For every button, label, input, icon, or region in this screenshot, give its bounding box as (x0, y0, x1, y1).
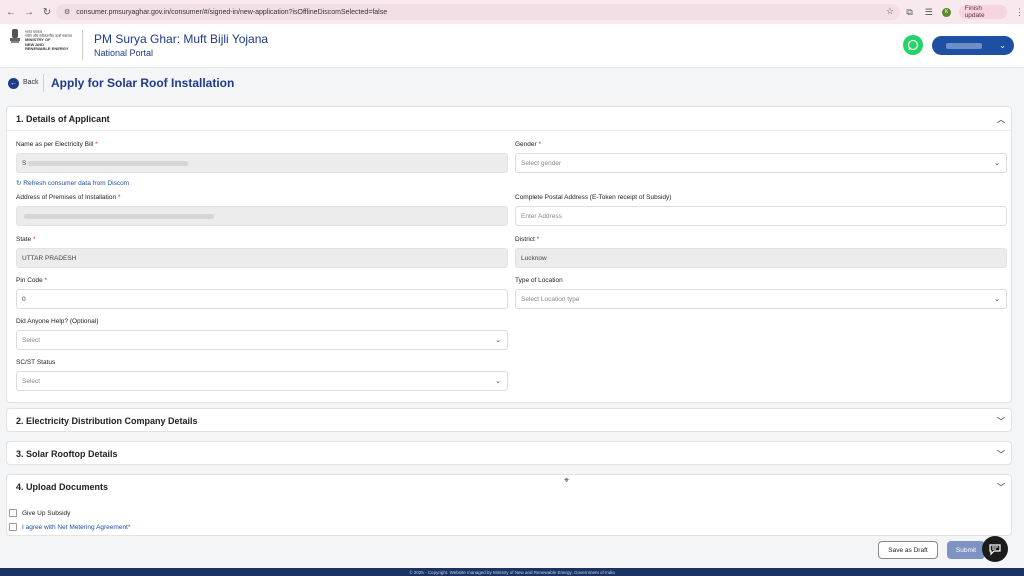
name-label: Name as per Electricity Bill * (16, 141, 98, 148)
location-type-label: Type of Location (515, 277, 563, 284)
section-header-rooftop[interactable]: 3. Solar Rooftop Details ﹀ (7, 442, 1011, 466)
state-field: UTTAR PRADESH (16, 248, 508, 268)
user-name-redacted (946, 42, 982, 49)
chevron-down-icon: ⌄ (994, 160, 1000, 167)
finish-update-button[interactable]: Finish update (958, 5, 1007, 19)
chevron-down-icon: ⌄ (999, 41, 1006, 50)
upload-documents-section: 4. Upload Documents ﹀ Give Up Subsidy I … (6, 474, 1012, 536)
section-header-applicant[interactable]: 1. Details of Applicant ︿ (7, 107, 1011, 131)
solar-rooftop-section: 3. Solar Rooftop Details ﹀ (6, 441, 1012, 465)
extensions-icon[interactable]: ⧉ (904, 7, 915, 18)
profile-avatar[interactable]: K (942, 7, 951, 17)
postal-address-label: Complete Postal Address (E-Token receipt… (515, 194, 672, 201)
portal-subtitle: National Portal (94, 48, 154, 58)
district-field: Lucknow (515, 248, 1007, 268)
chevron-down-icon[interactable]: ﹀ (997, 482, 1005, 493)
chevron-down-icon: ⌄ (495, 337, 501, 344)
title-divider (43, 74, 44, 92)
back-link[interactable]: Back (23, 79, 39, 86)
chevron-down-icon: ⌄ (994, 296, 1000, 303)
pincode-label: Pin Code * (16, 277, 48, 284)
net-metering-link[interactable]: I agree with Net Metering Agreement (22, 524, 128, 531)
net-metering-checkbox[interactable] (9, 523, 17, 531)
name-field: S (16, 153, 508, 173)
tab-search-icon[interactable]: ☰ (923, 7, 934, 18)
postal-address-input[interactable]: Enter Address (515, 206, 1007, 226)
pincode-input[interactable]: 0 (16, 289, 508, 309)
browser-toolbar: ← → ↻ ⚙ consumer.pmsuryaghar.gov.in/cons… (0, 0, 1024, 24)
portal-title: PM Surya Ghar: Muft Bijli Yojana (94, 32, 269, 46)
gender-select[interactable]: Select gender ⌄ (515, 153, 1007, 173)
submit-button[interactable]: Submit (947, 541, 985, 559)
user-menu-button[interactable]: ⌄ (932, 36, 1014, 55)
help-select[interactable]: Select ⌄ (16, 330, 508, 350)
applicant-details-section: 1. Details of Applicant ︿ Name as per El… (6, 106, 1012, 403)
bookmark-star-icon[interactable]: ☆ (886, 6, 894, 17)
header-divider (82, 30, 83, 60)
back-arrow-icon[interactable]: ← (4, 5, 18, 19)
district-label: District * (515, 236, 540, 243)
discom-details-section: 2. Electricity Distribution Company Deta… (6, 408, 1012, 432)
page-title: Apply for Solar Roof Installation (51, 76, 235, 90)
scst-label: SC/ST Status (16, 359, 56, 366)
site-info-icon[interactable]: ⚙ (64, 8, 70, 16)
refresh-consumer-link[interactable]: ↻ Refresh consumer data from Discom (16, 179, 129, 187)
give-up-subsidy-checkbox[interactable] (9, 509, 17, 517)
chevron-down-icon[interactable]: ﹀ (997, 416, 1005, 427)
give-up-subsidy-row: Give Up Subsidy (9, 509, 70, 517)
premises-address-field (16, 206, 508, 226)
site-header: भारत सरकार नवीन और नवीकरणीय ऊर्जा मंत्रा… (0, 24, 1024, 68)
national-emblem-icon (10, 29, 20, 43)
premises-address-label: Address of Premises of Installation * (16, 194, 121, 201)
browser-menu-icon[interactable]: ⋮ (1015, 7, 1024, 18)
state-label: State * (16, 236, 36, 243)
section-header-discom[interactable]: 2. Electricity Distribution Company Deta… (7, 409, 1011, 433)
gender-label: Gender * (515, 141, 542, 148)
reload-icon[interactable]: ↻ (40, 5, 54, 19)
help-label: Did Anyone Help? (Optional) (16, 318, 99, 325)
net-metering-row: I agree with Net Metering Agreement * (9, 523, 130, 531)
address-bar[interactable]: ⚙ consumer.pmsuryaghar.gov.in/consumer/#… (56, 4, 900, 20)
chevron-down-icon: ⌄ (495, 378, 501, 385)
whatsapp-icon[interactable] (903, 35, 923, 55)
back-arrow-icon[interactable]: ← (8, 78, 19, 89)
forward-arrow-icon[interactable]: → (22, 5, 36, 19)
mouse-cursor-icon: ⌖ (564, 475, 570, 485)
section-header-upload[interactable]: 4. Upload Documents ﹀ (7, 475, 1011, 499)
ministry-logo-text: भारत सरकार नवीन और नवीकरणीय ऊर्जा मंत्रा… (25, 30, 72, 51)
chat-support-icon[interactable] (982, 536, 1008, 562)
chevron-up-icon[interactable]: ︿ (997, 114, 1005, 125)
site-footer: © 2025 - Copyright. Website managed by M… (0, 568, 1024, 576)
url-text: consumer.pmsuryaghar.gov.in/consumer/#/s… (76, 8, 388, 16)
save-draft-button[interactable]: Save as Draft (878, 541, 938, 559)
scst-select[interactable]: Select ⌄ (16, 371, 508, 391)
chevron-down-icon[interactable]: ﹀ (997, 449, 1005, 460)
location-type-select[interactable]: Select Location type ⌄ (515, 289, 1007, 309)
